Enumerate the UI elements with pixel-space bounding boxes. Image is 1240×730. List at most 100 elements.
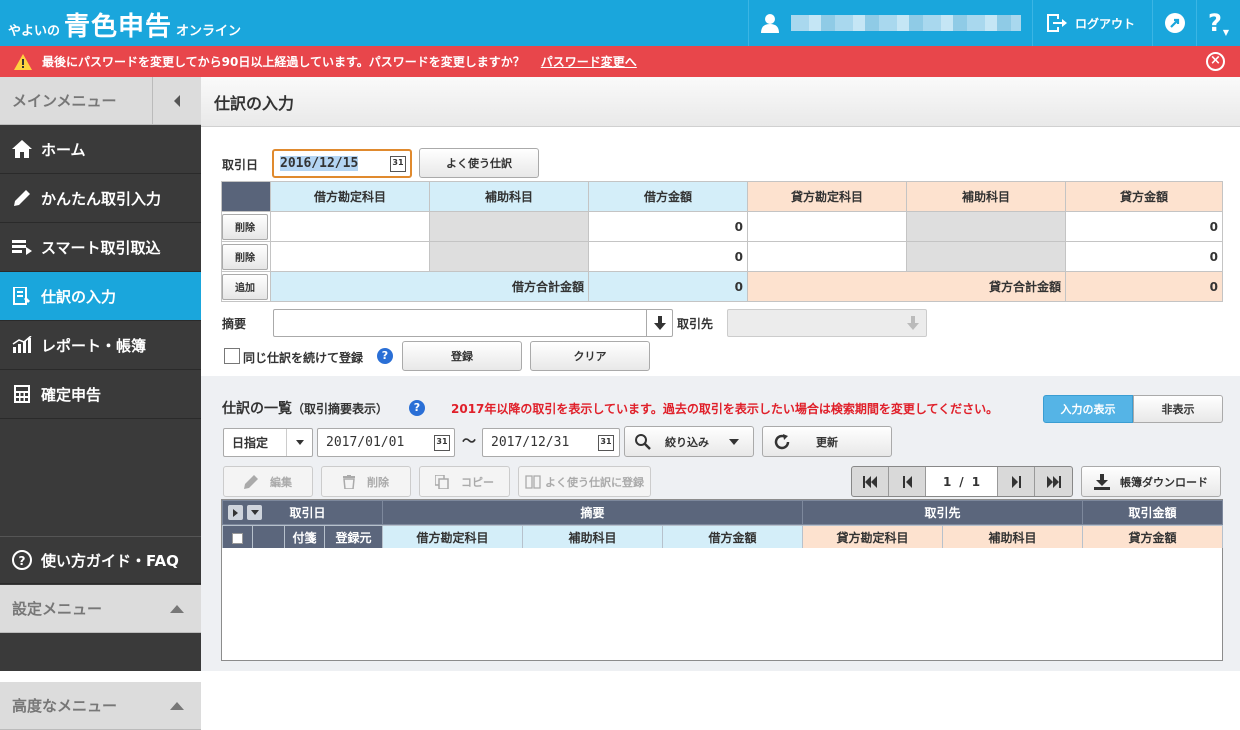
show-input-button[interactable]: 入力の表示 [1043, 395, 1133, 423]
sidebar-item-easy-entry[interactable]: かんたん取引入力 [0, 174, 201, 223]
sidebar-item-home[interactable]: ホーム [0, 125, 201, 174]
period-type-arrow[interactable] [286, 429, 312, 456]
user-menu[interactable] [748, 0, 1030, 46]
hide-input-button[interactable]: 非表示 [1133, 395, 1223, 423]
col-source-header: 登録元 [324, 525, 383, 550]
clear-label: クリア [573, 350, 607, 363]
credit-account-cell[interactable] [747, 211, 907, 242]
add-favorite-button[interactable]: よく使う仕訳に登録 [518, 466, 651, 497]
calendar-icon[interactable]: 31 [598, 435, 614, 451]
credit-amount-cell[interactable]: 0 [1065, 211, 1223, 242]
sidebar-item-smart-import[interactable]: スマート取引取込 [0, 223, 201, 272]
report-icon [12, 335, 32, 355]
row-action-cell: 削除 [221, 211, 271, 242]
filter-button[interactable]: 絞り込み [624, 426, 754, 457]
collapse-rows-button[interactable] [247, 505, 262, 520]
settings-menu-header[interactable]: 設定メニュー [0, 585, 201, 633]
delete-row-button[interactable]: 削除 [222, 213, 268, 240]
external-link-button[interactable] [1152, 0, 1196, 46]
page-title: 仕訳の入力 [214, 93, 295, 113]
delete-button[interactable]: 削除 [321, 466, 411, 497]
first-page-icon [863, 475, 877, 488]
col-credit-account-header: 貸方勘定科目 [802, 525, 943, 550]
col-credit-account: 貸方勘定科目 [747, 181, 907, 212]
list-title-sub: （取引摘要表示） [292, 402, 389, 416]
col-credit-amount-header: 貸方金額 [1082, 525, 1223, 550]
logo-main: 青色申告 [64, 12, 173, 42]
filter-label: 絞り込み [665, 435, 709, 449]
partner-dropdown-button [900, 310, 926, 336]
page-title-bar: 仕訳の入力 [201, 77, 1240, 127]
col-credit-amount: 貸方金額 [1065, 181, 1223, 212]
advanced-menu-header[interactable]: 高度なメニュー [0, 682, 201, 730]
debit-amount-cell[interactable]: 0 [588, 211, 748, 242]
delete-row-button[interactable]: 削除 [222, 243, 268, 270]
arrow-down-icon [653, 316, 666, 330]
calendar-icon[interactable]: 31 [390, 156, 406, 172]
add-row-button[interactable]: 追加 [222, 273, 268, 300]
close-warning-icon[interactable]: × [1206, 52, 1225, 71]
last-page-button[interactable] [1034, 467, 1072, 496]
debit-account-cell[interactable] [270, 211, 430, 242]
credit-amount-cell[interactable]: 0 [1065, 241, 1223, 272]
sidebar-item-label: 使い方ガイド・FAQ [41, 551, 179, 570]
question-icon[interactable]: ? [409, 400, 425, 416]
pencil-icon [12, 188, 32, 208]
add-favorite-label: よく使う仕訳に登録 [545, 475, 644, 489]
sidebar-item-reports[interactable]: レポート・帳簿 [0, 321, 201, 370]
favorite-journal-button[interactable]: よく使う仕訳 [419, 148, 539, 178]
delete-label: 削除 [367, 475, 389, 489]
logout-button[interactable]: ログアウト [1032, 0, 1152, 46]
ledger-download-button[interactable]: 帳簿ダウンロード [1081, 466, 1221, 497]
refresh-label: 更新 [816, 435, 838, 449]
register-button[interactable]: 登録 [402, 341, 522, 371]
prev-page-button[interactable] [889, 467, 926, 496]
logout-label: ログアウト [1075, 16, 1136, 31]
debit-total-label: 借方合計金額 [270, 271, 589, 302]
sidebar-item-label: かんたん取引入力 [41, 189, 162, 208]
journal-header-row: 借方勘定科目 補助科目 借方金額 貸方勘定科目 補助科目 貸方金額 [221, 181, 1223, 212]
collapse-sidebar-button[interactable] [152, 77, 200, 124]
edit-button[interactable]: 編集 [223, 466, 313, 497]
memo-input[interactable] [273, 309, 673, 337]
list-header-row1: 取引日 摘要 取引先 取引金額 [222, 500, 1223, 525]
page-separator: / [959, 474, 964, 489]
trash-icon [343, 474, 355, 489]
help-menu-button[interactable]: ? ▼ [1196, 0, 1240, 46]
sidebar-item-guide-faq[interactable]: ? 使い方ガイド・FAQ [0, 536, 201, 584]
sidebar-item-label: スマート取引取込 [41, 238, 161, 257]
col-debit-sub-header: 補助科目 [522, 525, 663, 550]
first-page-button[interactable] [852, 467, 889, 496]
debit-amount-cell[interactable]: 0 [588, 241, 748, 272]
app-logo[interactable]: やよいの 青色申告 オンライン [8, 6, 241, 43]
refresh-icon [774, 434, 790, 450]
repeat-checkbox[interactable] [224, 348, 240, 364]
memo-dropdown-button[interactable] [646, 310, 672, 336]
user-name-redacted [791, 15, 1021, 31]
copy-button[interactable]: コピー [419, 466, 510, 497]
calendar-icon[interactable]: 31 [434, 435, 450, 451]
debit-sub-account-cell [429, 211, 589, 242]
repeat-label: 同じ仕訳を続けて登録 [243, 351, 364, 365]
journal-row: 削除 0 0 [221, 211, 1223, 242]
col-memo-header: 摘要 [382, 500, 803, 525]
debit-account-cell[interactable] [270, 241, 430, 272]
credit-account-cell[interactable] [747, 241, 907, 272]
question-icon[interactable]: ? [377, 348, 393, 364]
refresh-button[interactable]: 更新 [762, 426, 892, 457]
page-indicator[interactable]: 1 / 1 [926, 467, 997, 496]
date-label: 取引日 [222, 158, 259, 172]
col-credit-sub-account: 補助科目 [906, 181, 1066, 212]
change-password-link[interactable]: パスワード変更へ [541, 53, 637, 70]
sidebar-item-label: 仕訳の入力 [41, 287, 117, 306]
next-page-button[interactable] [997, 467, 1034, 496]
sidebar-item-journal-entry[interactable]: 仕訳の入力 [0, 272, 201, 321]
expand-rows-button[interactable] [228, 505, 243, 520]
clear-button[interactable]: クリア [530, 341, 650, 371]
col-debit-sub-account: 補助科目 [429, 181, 589, 212]
list-title: 仕訳の一覧 （取引摘要表示） [222, 398, 388, 418]
sidebar-item-tax-return[interactable]: 確定申告 [0, 370, 201, 419]
chevron-left-icon [173, 94, 180, 107]
col-sticky-note-header: 付箋 [284, 525, 325, 550]
select-all-checkbox[interactable] [232, 532, 243, 544]
